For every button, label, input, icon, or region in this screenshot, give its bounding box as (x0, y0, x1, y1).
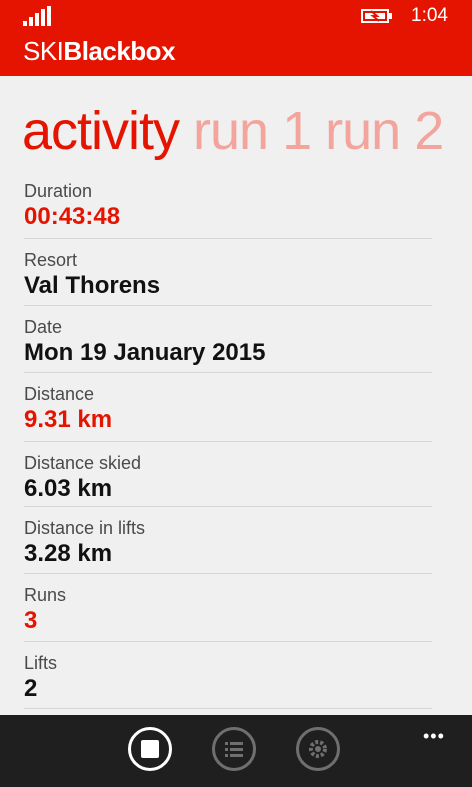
stat-value: 3.28 km (24, 540, 113, 567)
stat-value: Mon 19 January 2015 (24, 339, 266, 366)
stat-value: 9.31 km (24, 406, 113, 433)
stat-distance: Distance 9.31 km (24, 373, 432, 442)
pivot-tab-run-2[interactable]: run 2 (325, 101, 444, 161)
status-time: 1:04 (411, 5, 448, 26)
settings-icon (309, 740, 327, 758)
stat-resort: Resort Val Thorens (24, 239, 432, 306)
list-icon (225, 742, 243, 757)
signal-strength-icon (23, 6, 55, 26)
stop-icon (141, 740, 159, 758)
stat-label: Runs (24, 585, 67, 605)
pivot-tab-activity[interactable]: activity (22, 101, 180, 161)
pivot-header: activity run 1 run 2 (22, 96, 444, 166)
stat-date: Date Mon 19 January 2015 (24, 306, 432, 373)
title-bar: 1:04 SKIBlackbox (0, 0, 472, 76)
app-title: SKIBlackbox (23, 36, 176, 66)
stat-value: Val Thorens (24, 272, 161, 299)
stat-label: Distance skied (24, 453, 142, 473)
brand-bold: Blackbox (63, 36, 176, 66)
brand-light: SKI (23, 36, 64, 66)
battery-charging-icon (361, 9, 392, 23)
stat-label: Distance in lifts (24, 518, 146, 538)
stat-value: 3 (24, 607, 38, 634)
stats-list: Duration 00:43:48 Resort Val Thorens Dat… (24, 180, 432, 709)
stat-lifts: Lifts 2 (24, 642, 432, 709)
stat-value: 00:43:48 (24, 203, 121, 230)
stat-label: Date (24, 317, 63, 337)
stat-duration: Duration 00:43:48 (24, 180, 432, 239)
stat-runs: Runs 3 (24, 574, 432, 642)
stat-label: Duration (24, 181, 93, 201)
stat-label: Distance (24, 384, 95, 404)
stat-label: Resort (24, 250, 78, 270)
stat-value: 2 (24, 675, 38, 702)
runs-list-button[interactable] (212, 727, 256, 771)
app-bar: ••• (0, 715, 472, 787)
settings-button[interactable] (296, 727, 340, 771)
stop-button[interactable] (128, 727, 172, 771)
stat-distance-skied: Distance skied 6.03 km (24, 442, 432, 507)
stat-label: Lifts (24, 653, 58, 673)
stat-distance-in-lifts: Distance in lifts 3.28 km (24, 507, 432, 574)
pivot-tab-run-1[interactable]: run 1 (193, 101, 312, 161)
more-options-button[interactable]: ••• (423, 726, 445, 747)
stat-value: 6.03 km (24, 475, 113, 502)
